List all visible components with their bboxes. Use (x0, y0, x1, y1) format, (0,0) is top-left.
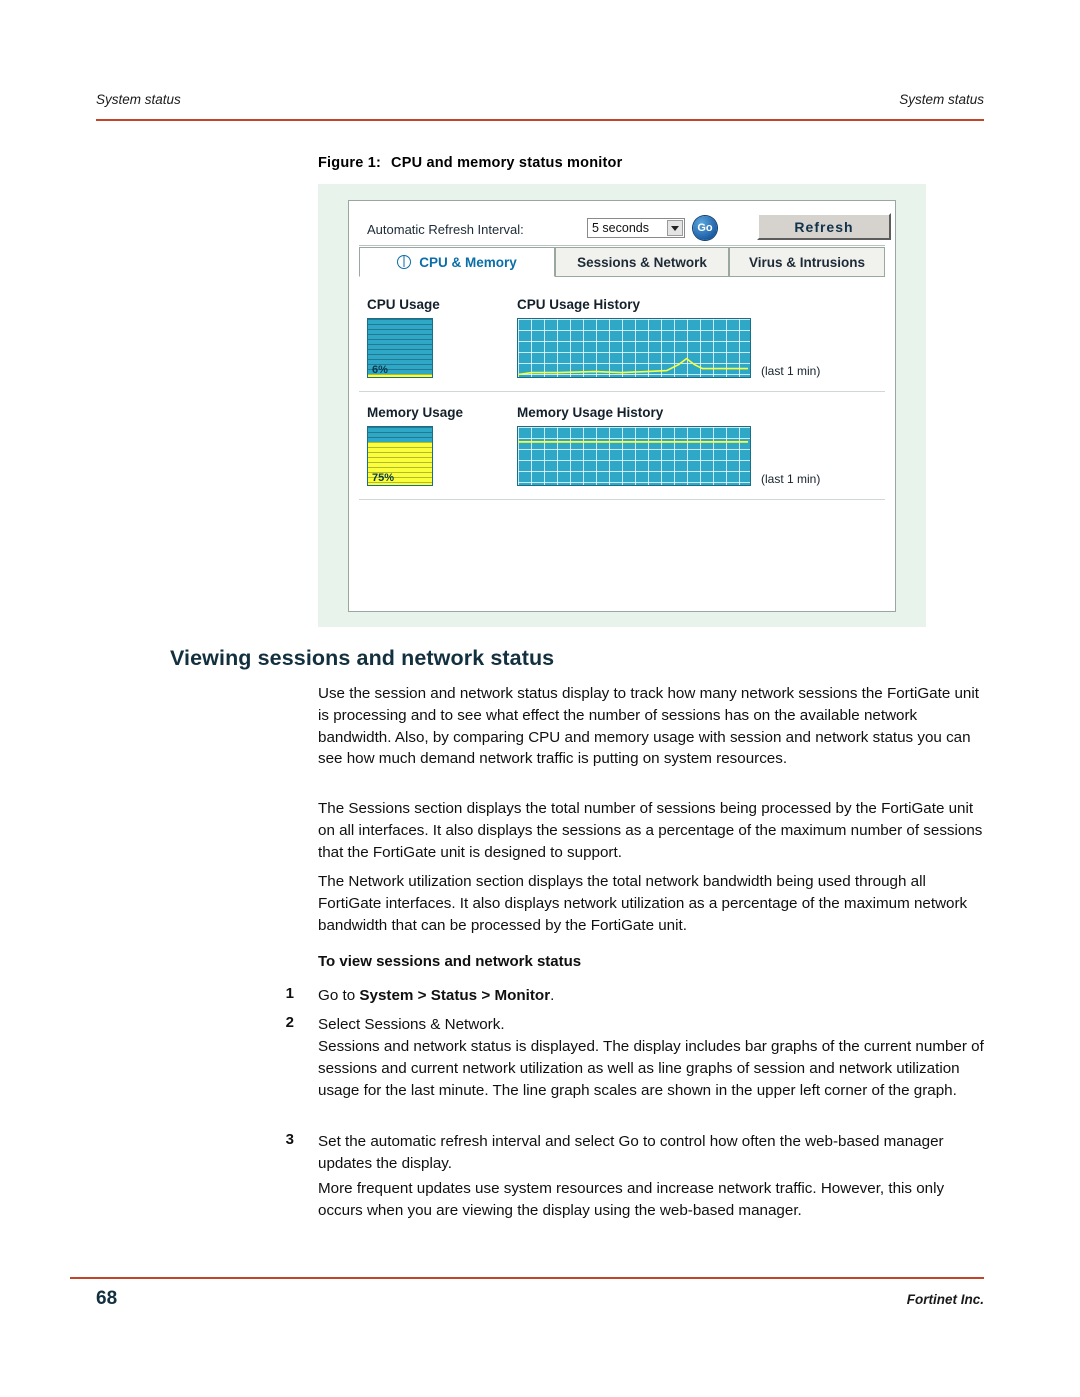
go-button[interactable]: Go (693, 216, 717, 240)
step-1-number: 1 (285, 985, 294, 1002)
toolbar-divider (359, 245, 885, 246)
tab-cpu-memory-label: CPU & Memory (419, 254, 517, 270)
web-manager-panel: Automatic Refresh Interval: 5 seconds Go… (348, 200, 896, 612)
figure-caption-label: Figure 1: (318, 155, 382, 171)
paragraph-3: The Network utilization section displays… (318, 873, 968, 934)
step-1-suffix: . (550, 987, 555, 1004)
step-1-prefix: Go to (318, 987, 360, 1004)
chevron-down-icon[interactable] (667, 220, 683, 236)
cpu-usage-meter: 6% (367, 318, 433, 378)
tab-sessions-network[interactable]: Sessions & Network (555, 247, 729, 277)
cpu-history-line (518, 357, 749, 376)
tab-bar: CPU & Memory Sessions & Network Virus & … (359, 247, 885, 277)
memory-history-line (518, 440, 749, 443)
refresh-interval-value: 5 seconds (592, 221, 649, 235)
refresh-button[interactable]: Refresh (757, 213, 891, 240)
figure-caption: Figure 1: CPU and memory status monitor (318, 155, 622, 171)
memory-usage-history-title: Memory Usage History (517, 405, 664, 420)
cpu-usage-history-graph (517, 318, 751, 378)
step-3-number: 3 (285, 1131, 294, 1148)
step-2-detail: Sessions and network status is displayed… (318, 1038, 984, 1099)
memory-usage-title: Memory Usage (367, 405, 464, 420)
page-number: 68 (96, 1288, 118, 1309)
memory-usage-percent: 75% (372, 472, 395, 484)
step-3-text: Set the automatic refresh interval and s… (318, 1133, 944, 1172)
globe-icon (397, 255, 412, 269)
running-header: System status System status (96, 92, 984, 107)
cpu-section-divider (359, 391, 885, 392)
figure-caption-text: CPU and memory status monitor (391, 155, 623, 171)
refresh-interval-label: Automatic Refresh Interval: (367, 222, 524, 237)
header-divider (96, 119, 984, 121)
tab-cpu-memory[interactable]: CPU & Memory (359, 247, 555, 277)
memory-usage-meter: 75% (367, 426, 433, 486)
footer-company: Fortinet Inc. (906, 1292, 984, 1307)
memory-usage-history-graph (517, 426, 751, 486)
cpu-usage-history-title: CPU Usage History (517, 297, 641, 312)
footer-divider (70, 1277, 984, 1279)
header-left-text: System status (96, 92, 181, 107)
tab-virus-intrusions[interactable]: Virus & Intrusions (729, 247, 885, 277)
page-title: Viewing sessions and network status (170, 646, 555, 670)
header-right-text: System status (899, 92, 984, 107)
cpu-usage-percent: 6% (372, 364, 388, 376)
figure-screenshot: Automatic Refresh Interval: 5 seconds Go… (318, 184, 926, 627)
cpu-usage-title: CPU Usage (367, 297, 440, 312)
memory-section-divider (359, 499, 885, 500)
tab-virus-intrusions-label: Virus & Intrusions (748, 254, 866, 270)
step-2-number: 2 (285, 1014, 294, 1031)
step-1-path: System > Status > Monitor (359, 987, 551, 1004)
cpu-history-note: (last 1 min) (761, 364, 821, 378)
procedure-heading: To view sessions and network status (318, 953, 582, 970)
memory-history-note: (last 1 min) (761, 472, 821, 486)
paragraph-2: The Sessions section displays the total … (318, 800, 983, 861)
document-page: System status System status Figure 1: CPU… (0, 0, 1080, 1397)
step-3-detail: More frequent updates use system resourc… (318, 1180, 945, 1219)
refresh-interval-select[interactable]: 5 seconds (587, 218, 685, 238)
tab-sessions-network-label: Sessions & Network (577, 254, 707, 270)
step-2-text: Select Sessions & Network. (318, 1016, 505, 1033)
step-1-text: Go to System > Status > Monitor. (318, 985, 986, 1007)
paragraph-1: Use the session and network status displ… (318, 685, 979, 768)
